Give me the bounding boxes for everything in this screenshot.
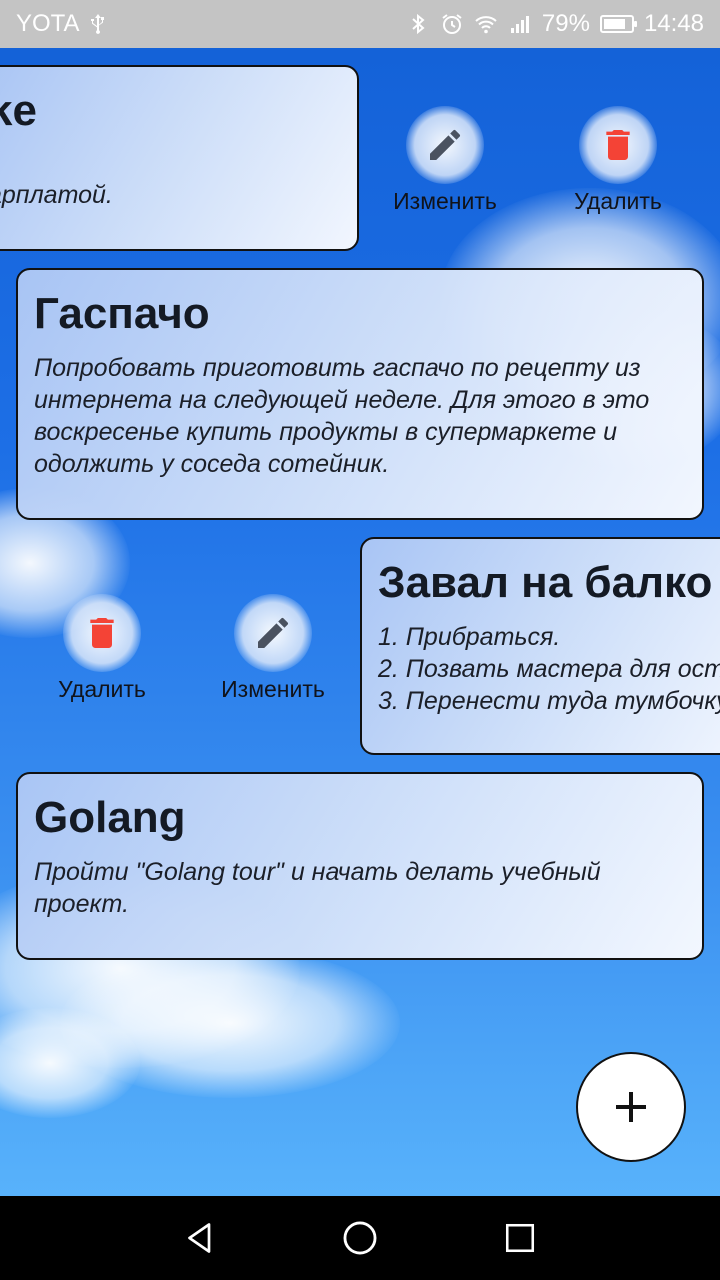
note-body: арплатой. [0, 179, 339, 211]
signal-icon [510, 16, 529, 33]
usb-icon [90, 14, 104, 34]
edit-button[interactable]: Изменить [375, 106, 515, 215]
status-bar: YOTA 79% 14:48 [0, 0, 720, 48]
note-body-line: интернета на следующей неделе. Для этого… [34, 386, 650, 414]
clock: 14:48 [643, 10, 704, 37]
wifi-icon [475, 16, 497, 34]
note-body-line: одолжить у соседа сотейник. [34, 450, 390, 478]
navigation-bar [0, 1196, 720, 1280]
battery-percent: 79% [541, 10, 590, 37]
note-title: ke [0, 86, 37, 135]
back-icon [188, 1223, 211, 1253]
delete-button-circle [579, 106, 657, 184]
pencil-icon [258, 617, 289, 648]
note-body: 1. Прибраться. 2. Позвать мастера для ос… [378, 621, 720, 717]
app-screen: YOTA 79% 14:48 e арплатой. Изменить Удал… [0, 0, 720, 1280]
note-body-line: Попробовать приготовить гаспачо по рецеп… [34, 354, 641, 382]
edit-button-circle [406, 106, 484, 184]
note-title: Гаспачо [34, 289, 210, 338]
recents-button[interactable] [500, 1218, 540, 1258]
notes-list[interactable]: ke арплатой. Изменить Удалить Га [0, 48, 720, 1196]
note-body: Попробовать приготовить гаспачо по рецеп… [34, 352, 684, 480]
note-body-line: 3. Перенести туда тумбочку [378, 687, 720, 715]
note-body: Пройти "Golang tour" и начать делать уче… [34, 856, 684, 920]
note-card[interactable]: Golang Пройти "Golang tour" и начать дел… [16, 772, 704, 960]
note-body-line: 2. Позвать мастера для ост [378, 655, 720, 683]
plus-icon [616, 1092, 646, 1122]
note-body-line: арплатой. [0, 181, 113, 209]
note-title: Golang [34, 793, 186, 842]
edit-button-circle [234, 594, 312, 672]
edit-button[interactable]: Изменить [203, 594, 343, 703]
carrier-name: YOTA [16, 10, 80, 37]
back-button[interactable] [180, 1218, 220, 1258]
note-card[interactable]: Завал на балко 1. Прибраться. 2. Позвать… [360, 537, 720, 755]
trash-icon [606, 130, 630, 160]
bluetooth-icon [412, 13, 425, 35]
note-body-line: 1. Прибраться. [378, 623, 561, 651]
delete-button[interactable]: Удалить [548, 106, 688, 215]
note-body-line: проект. [34, 890, 130, 918]
battery-level [603, 19, 625, 29]
home-icon [343, 1221, 377, 1255]
edit-label: Изменить [393, 188, 497, 214]
delete-label: Удалить [58, 676, 146, 702]
delete-button[interactable]: Удалить [32, 594, 172, 703]
trash-icon [90, 618, 114, 648]
alarm-icon [442, 14, 462, 34]
cloud-decoration [60, 948, 400, 1098]
status-left: YOTA [16, 10, 110, 38]
note-card[interactable]: Гаспачо Попробовать приготовить гаспачо … [16, 268, 704, 520]
delete-label: Удалить [574, 188, 662, 214]
pencil-icon [430, 129, 461, 160]
delete-button-circle [63, 594, 141, 672]
home-button[interactable] [340, 1218, 380, 1258]
cloud-decoration [0, 1008, 140, 1118]
note-body-line: Пройти "Golang tour" и начать делать уче… [34, 858, 601, 886]
battery-icon [599, 15, 637, 33]
recents-icon [505, 1223, 535, 1253]
note-card[interactable]: ke арплатой. [0, 65, 359, 251]
note-body-line: воскресенье купить продукты в супермарке… [34, 418, 618, 446]
edit-label: Изменить [221, 676, 325, 702]
note-title: Завал на балко [378, 558, 713, 607]
status-right: 79% 14:48 [406, 10, 704, 38]
add-note-button[interactable] [576, 1052, 686, 1162]
